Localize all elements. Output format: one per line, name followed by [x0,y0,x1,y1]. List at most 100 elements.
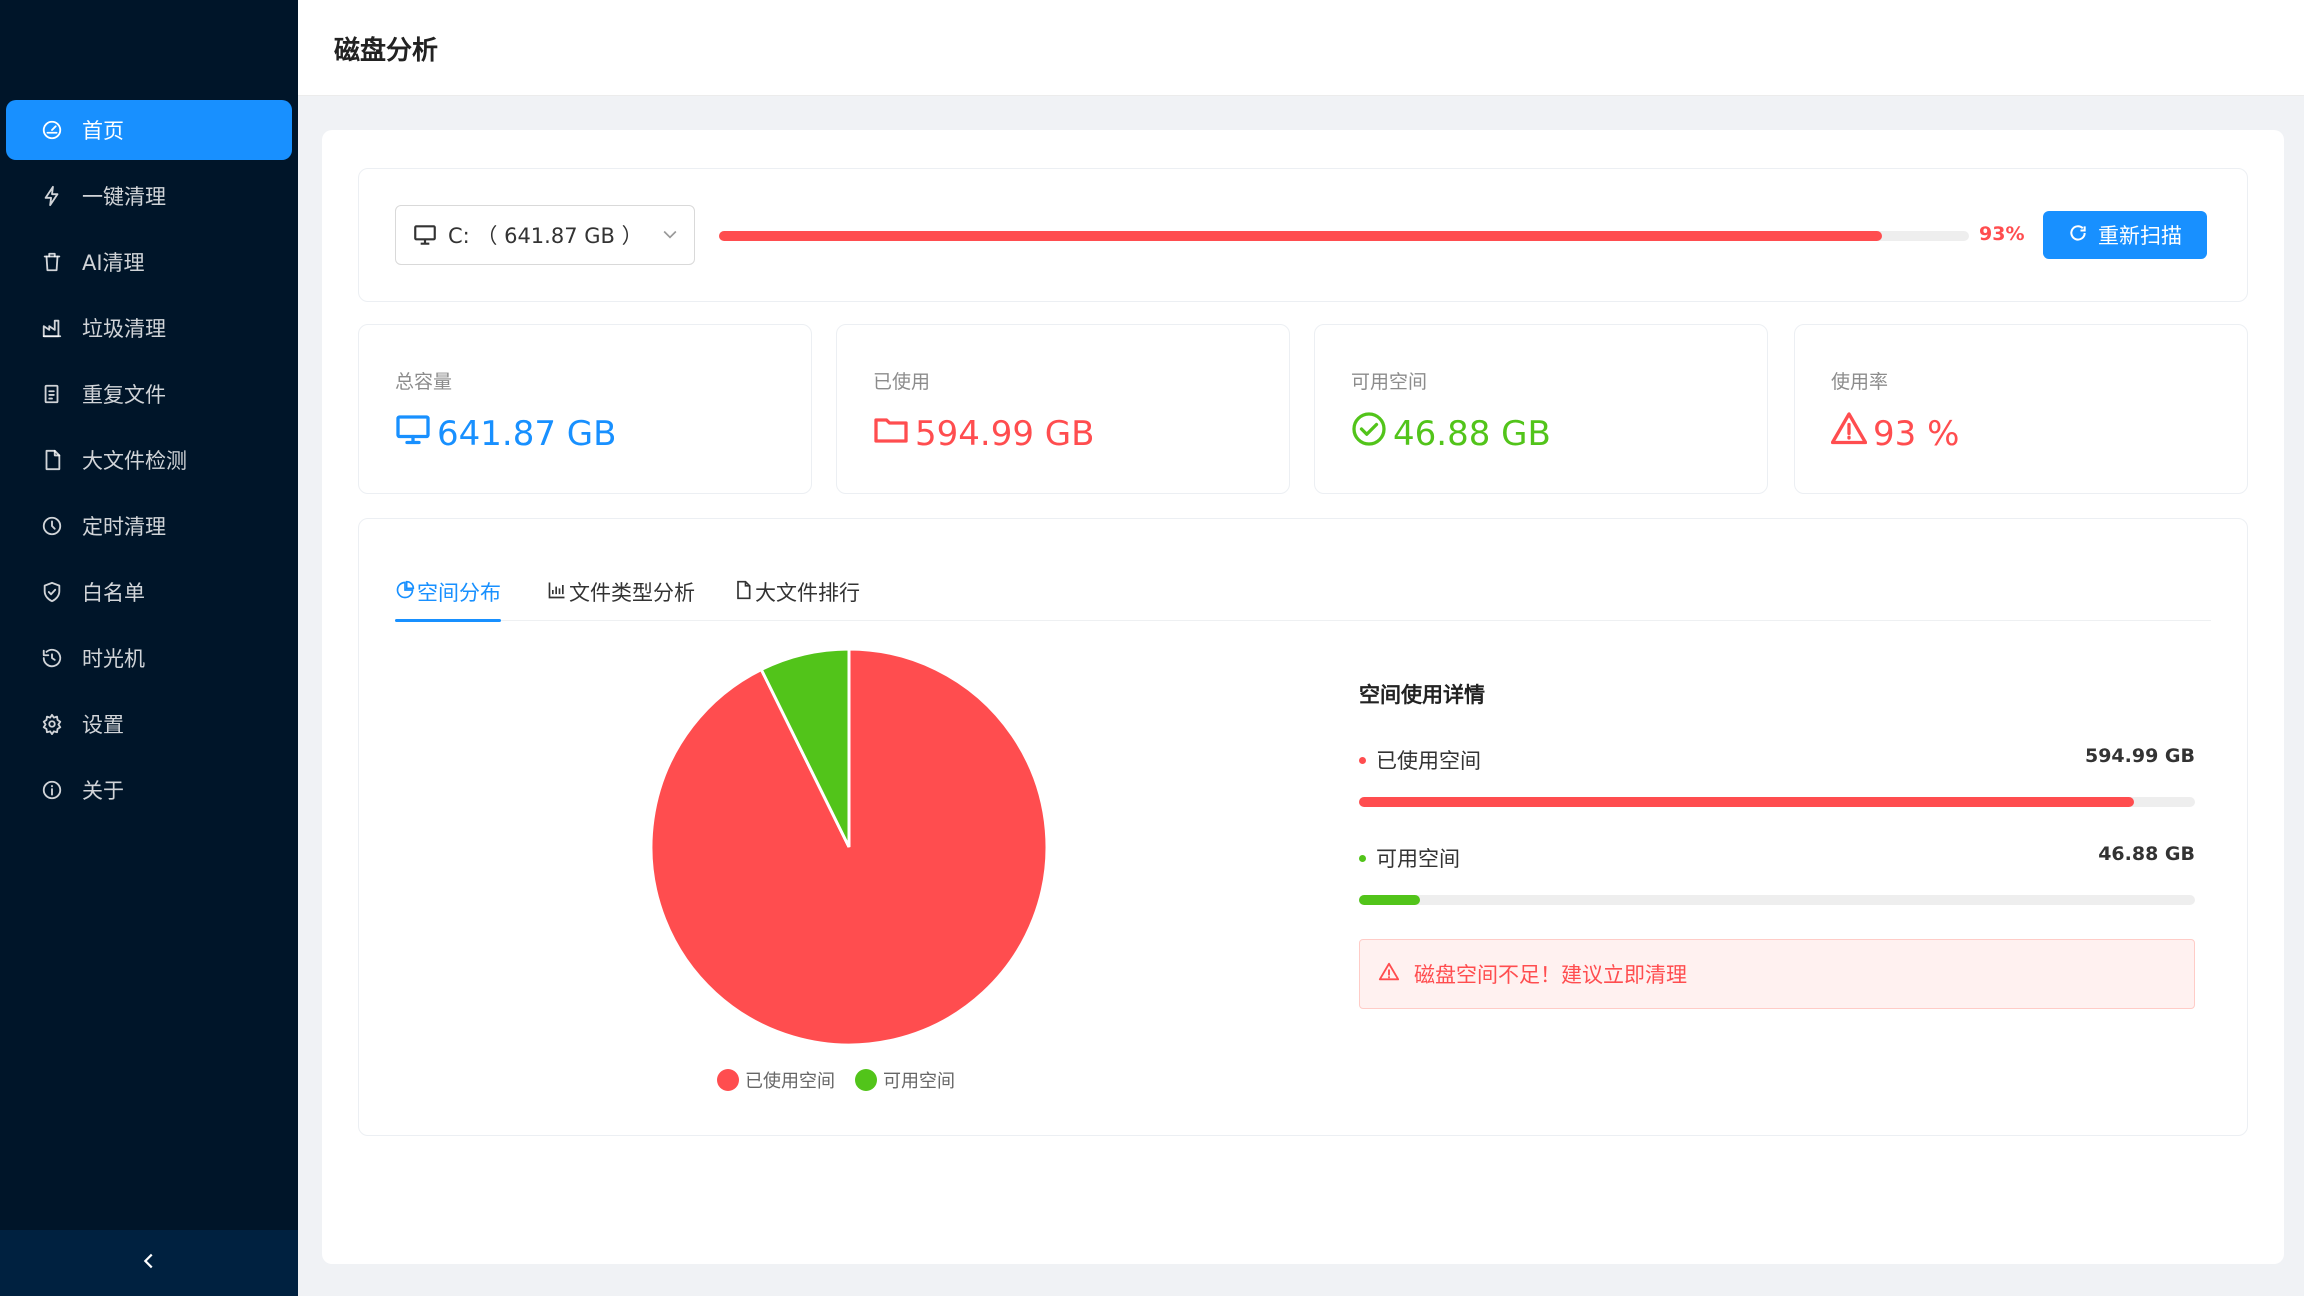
stat-value-text: 46.88 GB [1393,413,1551,454]
legend-label: 可用空间 [883,1071,955,1092]
page-title: 磁盘分析 [334,36,439,66]
sidebar-item-ai-clean[interactable]: AI清理 [6,232,292,292]
stat-card-total: 总容量 641.87 GB [358,324,812,494]
shield-check-icon [40,580,64,604]
monitor-icon [412,222,438,248]
stat-value-text: 594.99 GB [915,413,1095,454]
sidebar-item-time-machine[interactable]: 时光机 [6,628,292,688]
sidebar-item-label: 白名单 [82,581,145,605]
stat-value: 93 % [1830,411,1960,456]
stat-value: 594.99 GB [873,411,1094,456]
tab-label: 大文件排行 [755,581,860,605]
sidebar-item-large-files[interactable]: 大文件检测 [6,430,292,490]
header: 磁盘分析 [298,0,2304,96]
chevron-left-icon [138,1250,160,1276]
sidebar-item-junk-clean[interactable]: 垃圾清理 [6,298,292,358]
used-progress-fill [1359,797,2134,807]
used-progress-bar [1359,797,2195,807]
sidebar: 首页 一键清理 AI清理 垃圾清理 重复文件 大文件检测 定时清理 白名单 时光… [0,0,298,1296]
gear-icon [40,712,64,736]
tab-active-indicator [395,619,501,622]
sidebar-item-scheduled-clean[interactable]: 定时清理 [6,496,292,556]
tab-large-file-ranking[interactable]: 大文件排行 [733,577,860,607]
usage-progress-fill [719,231,1882,241]
collapse-sidebar-button[interactable] [0,1230,298,1296]
detail-label-text: 可用空间 [1376,847,1460,871]
sidebar-item-label: AI清理 [82,251,145,275]
sidebar-item-label: 定时清理 [82,515,166,539]
stat-value-text: 93 % [1873,413,1960,454]
tabs: 空间分布 文件类型分析 大文件排行 [395,559,2211,622]
file-icon [733,580,755,605]
legend-label: 已使用空间 [745,1071,835,1092]
chevron-down-icon [660,224,680,244]
detail-row-label: 可用空间 [1359,843,1460,873]
trash-icon [40,250,64,274]
free-progress-bar [1359,895,2195,905]
main-content: C: （ 641.87 GB ） 93% 重新扫描 总容量 641.87 GB … [322,130,2284,1264]
tab-label: 文件类型分析 [569,581,695,605]
rescan-button[interactable]: 重新扫描 [2043,211,2207,259]
check-circle-icon [1351,411,1393,456]
sidebar-item-label: 首页 [82,119,124,143]
rescan-label: 重新扫描 [2098,224,2182,248]
stat-value: 641.87 GB [395,411,616,456]
stat-card-free: 可用空间 46.88 GB [1314,324,1768,494]
sidebar-item-label: 关于 [82,779,124,803]
detail-row-free: 可用空间 46.88 GB [1359,843,2195,871]
sidebar-item-duplicate-files[interactable]: 重复文件 [6,364,292,424]
usage-percent-label: 93% [1979,223,2025,245]
sidebar-item-whitelist[interactable]: 白名单 [6,562,292,622]
reload-icon [2068,223,2098,248]
sidebar-item-home[interactable]: 首页 [6,100,292,160]
sidebar-item-label: 重复文件 [82,383,166,407]
analysis-panel: 空间分布 文件类型分析 大文件排行 已使用空间 可用空间 空间使用详情 已使用空… [358,518,2248,1136]
legend-item-used[interactable]: 已使用空间 [717,1067,835,1093]
sidebar-item-about[interactable]: 关于 [6,760,292,820]
legend-item-free[interactable]: 可用空间 [855,1067,955,1093]
drive-select-value: C: （ 641.87 GB ） [448,224,643,248]
detail-value: 46.88 GB [2098,843,2195,865]
stat-value: 46.88 GB [1351,411,1551,456]
warning-icon [1378,961,1414,988]
status-dot [1359,854,1366,862]
low-space-alert: 磁盘空间不足！建议立即清理 [1359,939,2195,1009]
stat-card-used: 已使用 594.99 GB [836,324,1290,494]
factory-icon [40,316,64,340]
copy-file-icon [40,382,64,406]
legend-swatch [855,1069,877,1091]
stat-card-rate: 使用率 93 % [1794,324,2248,494]
bar-chart-icon [547,580,569,605]
status-dot [1359,756,1366,764]
clock-icon [40,514,64,538]
detail-row-used: 已使用空间 594.99 GB [1359,745,2195,773]
disk-usage-bar: C: （ 641.87 GB ） 93% 重新扫描 [358,168,2248,302]
space-usage-detail: 空间使用详情 已使用空间 594.99 GB 可用空间 46.88 GB 磁盘空… [1359,679,2195,1009]
stat-label: 使用率 [1831,371,1889,393]
chart-legend: 已使用空间 可用空间 [717,1067,975,1093]
stat-value-text: 641.87 GB [437,413,617,454]
sidebar-item-label: 垃圾清理 [82,317,166,341]
lightning-icon [40,184,64,208]
stat-label: 可用空间 [1351,371,1428,393]
sidebar-item-settings[interactable]: 设置 [6,694,292,754]
sidebar-item-label: 一键清理 [82,185,166,209]
drive-select[interactable]: C: （ 641.87 GB ） [395,205,695,265]
usage-progress-bar [719,231,1969,241]
info-icon [40,778,64,802]
sidebar-item-one-click-clean[interactable]: 一键清理 [6,166,292,226]
sidebar-menu: 首页 一键清理 AI清理 垃圾清理 重复文件 大文件检测 定时清理 白名单 时光… [0,100,298,826]
legend-swatch [717,1069,739,1091]
alert-text: 磁盘空间不足！建议立即清理 [1414,963,1687,987]
pie-chart-icon [395,580,417,605]
warning-icon [1830,411,1873,456]
detail-value: 594.99 GB [2084,745,2195,767]
tab-space-distribution[interactable]: 空间分布 [395,577,501,622]
sidebar-item-label: 设置 [82,713,124,737]
dashboard-icon [40,118,64,142]
tab-label: 空间分布 [417,581,501,605]
history-icon [40,646,64,670]
pie-chart [649,647,1049,1047]
monitor-icon [395,411,437,456]
tab-file-type-analysis[interactable]: 文件类型分析 [547,577,695,607]
